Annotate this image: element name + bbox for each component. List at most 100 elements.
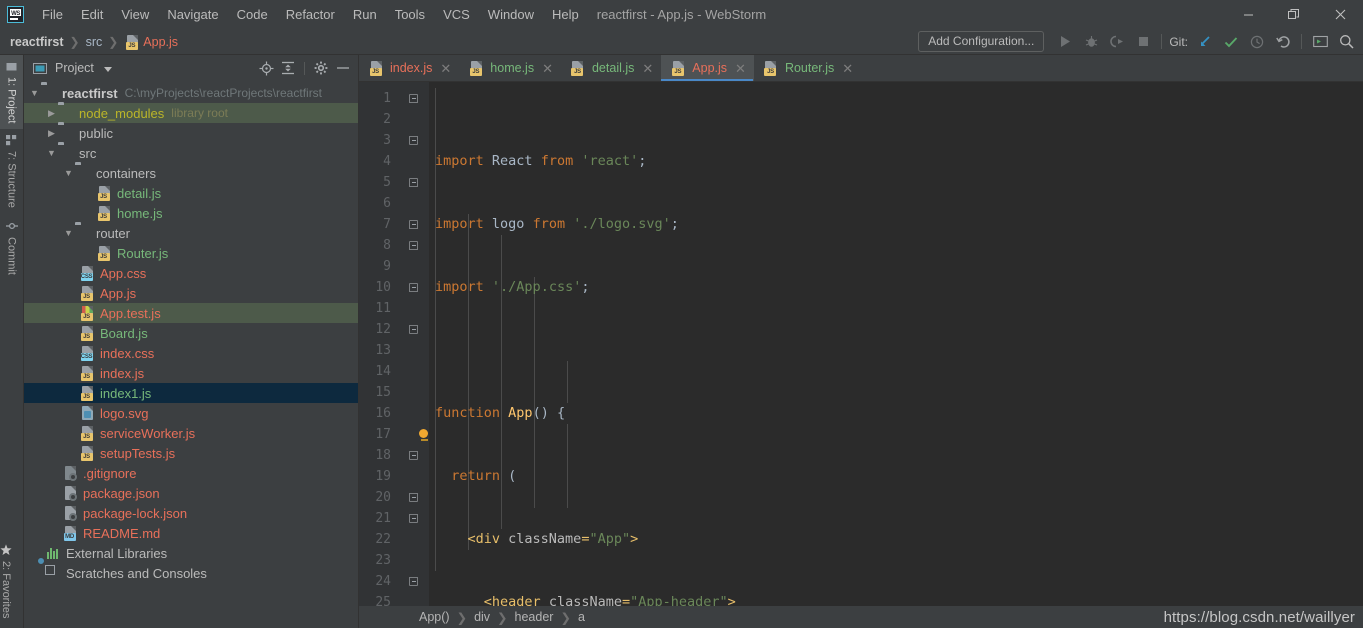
search-everywhere-icon[interactable] bbox=[1334, 31, 1358, 53]
tree-row-readme-md[interactable]: MD README.md bbox=[24, 523, 358, 543]
tree-row-containers[interactable]: ▼ containers bbox=[24, 163, 358, 183]
menu-window-label: Window bbox=[487, 7, 535, 22]
tab-detail-js[interactable]: JS detail.js ✕ bbox=[561, 55, 661, 81]
sidebar-item-favorites[interactable]: 2: Favorites bbox=[0, 538, 12, 624]
commit-icon[interactable] bbox=[1219, 31, 1243, 53]
tree-row-index-js[interactable]: JS index.js bbox=[24, 363, 358, 383]
gear-icon[interactable] bbox=[311, 58, 331, 78]
tree-row-scratches-and-consoles[interactable]: Scratches and Consoles bbox=[24, 557, 358, 583]
js-file-icon: JS bbox=[79, 445, 95, 461]
chevron-down-icon[interactable] bbox=[100, 60, 116, 76]
menu-navigate[interactable]: Navigate bbox=[158, 4, 227, 25]
add-configuration-button[interactable]: Add Configuration... bbox=[918, 31, 1045, 52]
debug-icon[interactable] bbox=[1079, 31, 1103, 53]
sidebar-item-project[interactable]: 1: Project bbox=[0, 55, 23, 130]
run-with-coverage-icon[interactable] bbox=[1105, 31, 1129, 53]
menu-vcs[interactable]: VCS bbox=[434, 4, 479, 25]
tree-row-public[interactable]: ▶ public bbox=[24, 123, 358, 143]
menu-help-label: Help bbox=[552, 7, 579, 22]
tree-row-app-test-js[interactable]: JS App.test.js bbox=[24, 303, 358, 323]
code-content[interactable]: import React from 'react'; import logo f… bbox=[429, 82, 1363, 606]
chevron-right-icon[interactable]: ▶ bbox=[45, 127, 58, 140]
tree-row-index1-js[interactable]: JS index1.js bbox=[24, 383, 358, 403]
hide-icon[interactable] bbox=[333, 58, 353, 78]
close-icon[interactable]: ✕ bbox=[642, 62, 653, 75]
chevron-down-icon[interactable]: ▼ bbox=[28, 87, 41, 100]
css-file-icon: CSS bbox=[79, 345, 95, 361]
tree-row-home-js[interactable]: JS home.js bbox=[24, 203, 358, 223]
tree-row-app-js[interactable]: JS App.js bbox=[24, 283, 358, 303]
restore-icon[interactable] bbox=[1271, 0, 1317, 29]
menu-code[interactable]: Code bbox=[228, 4, 277, 25]
menu-help[interactable]: Help bbox=[543, 4, 588, 25]
tree-row-serviceworker-js[interactable]: JS serviceWorker.js bbox=[24, 423, 358, 443]
tree-row-package-lock-json[interactable]: package-lock.json bbox=[24, 503, 358, 523]
breadcrumb-header[interactable]: header bbox=[515, 610, 554, 624]
breadcrumb-project[interactable]: reactfirst bbox=[10, 35, 64, 49]
tree-row-gitignore[interactable]: .gitignore bbox=[24, 463, 358, 483]
breadcrumb-a[interactable]: a bbox=[578, 610, 585, 624]
breadcrumb-app[interactable]: App() bbox=[419, 610, 450, 624]
close-icon[interactable]: ✕ bbox=[735, 62, 746, 75]
tree-row-router-js[interactable]: JS Router.js bbox=[24, 243, 358, 263]
sidebar-item-structure[interactable]: 7: Structure bbox=[0, 129, 23, 214]
menu-window[interactable]: Window bbox=[479, 4, 543, 25]
tree-row-detail-js[interactable]: JS detail.js bbox=[24, 183, 358, 203]
close-icon[interactable] bbox=[1317, 0, 1363, 29]
history-icon[interactable] bbox=[1245, 31, 1269, 53]
sidebar-item-commit[interactable]: Commit bbox=[0, 214, 23, 281]
menu-file[interactable]: File bbox=[33, 4, 72, 25]
tree-row-node_modules[interactable]: ▶ node_modules library root bbox=[24, 103, 358, 123]
editor-gutter[interactable]: 1 2 3 4 5 6 7 8 9 10 11 12 13 14 15 16 17 18 19 20 21 22 23 24 2… bbox=[359, 82, 429, 610]
run-icon[interactable] bbox=[1053, 31, 1077, 53]
close-icon[interactable]: ✕ bbox=[542, 62, 553, 75]
code-editor[interactable]: 1 2 3 4 5 6 7 8 9 10 11 12 13 14 15 16 17 18 19 20 21 22 23 24 2… bbox=[359, 82, 1363, 610]
js-file-icon: JS bbox=[96, 245, 112, 261]
menu-edit[interactable]: Edit bbox=[72, 4, 112, 25]
menu-refactor[interactable]: Refactor bbox=[277, 4, 344, 25]
breadcrumb-file[interactable]: App.js bbox=[143, 35, 178, 49]
tree-row-logo-svg[interactable]: logo.svg bbox=[24, 403, 358, 423]
breadcrumb-div[interactable]: div bbox=[474, 610, 490, 624]
update-project-icon[interactable] bbox=[1193, 31, 1217, 53]
tab-app-js[interactable]: JS App.js ✕ bbox=[661, 55, 754, 81]
tree-row-board-js[interactable]: JS Board.js bbox=[24, 323, 358, 343]
menu-run[interactable]: Run bbox=[344, 4, 386, 25]
tree-row-setuptests-js[interactable]: JS setupTests.js bbox=[24, 443, 358, 463]
collapse-all-icon[interactable] bbox=[278, 58, 298, 78]
menu-tools-label: Tools bbox=[394, 7, 426, 22]
breadcrumb-folder[interactable]: src bbox=[86, 35, 103, 49]
tree-row-external-libraries[interactable]: External Libraries bbox=[24, 543, 358, 563]
stop-icon[interactable] bbox=[1131, 31, 1155, 53]
tree-row-package-json[interactable]: package.json bbox=[24, 483, 358, 503]
tree-row-src[interactable]: ▼ src bbox=[24, 143, 358, 163]
tree-row-router[interactable]: ▼ router bbox=[24, 223, 358, 243]
minimize-icon[interactable] bbox=[1225, 0, 1271, 29]
chevron-right-icon[interactable]: ▶ bbox=[45, 107, 58, 120]
project-tree[interactable]: ▼ reactfirst C:\myProjects\reactProjects… bbox=[24, 81, 358, 628]
breadcrumb-separator: ❯ bbox=[497, 610, 508, 625]
line-number: 14 bbox=[375, 364, 391, 379]
tree-row-index-css[interactable]: CSS index.css bbox=[24, 343, 358, 363]
menu-tools[interactable]: Tools bbox=[386, 4, 434, 25]
chevron-down-icon[interactable]: ▼ bbox=[62, 167, 75, 180]
chevron-down-icon[interactable]: ▼ bbox=[45, 147, 58, 160]
folder-icon bbox=[75, 225, 91, 241]
tree-label: reactfirst bbox=[62, 85, 118, 101]
tree-label: Scratches and Consoles bbox=[66, 565, 207, 581]
tab-home-js[interactable]: JS home.js ✕ bbox=[459, 55, 561, 81]
locate-file-icon[interactable] bbox=[256, 58, 276, 78]
js-file-icon: JS bbox=[79, 365, 95, 381]
terminal-icon[interactable] bbox=[1308, 31, 1332, 53]
close-icon[interactable]: ✕ bbox=[440, 62, 451, 75]
rollback-icon[interactable] bbox=[1271, 31, 1295, 53]
editor-area: JS index.js ✕ JS home.js ✕ JS detail.js … bbox=[359, 55, 1363, 628]
tab-router-js[interactable]: JS Router.js ✕ bbox=[754, 55, 861, 81]
menu-view[interactable]: View bbox=[112, 4, 158, 25]
tree-row-app-css[interactable]: CSS App.css bbox=[24, 263, 358, 283]
tree-row-reactfirst[interactable]: ▼ reactfirst C:\myProjects\reactProjects… bbox=[24, 83, 358, 103]
chevron-down-icon[interactable]: ▼ bbox=[62, 227, 75, 240]
close-icon[interactable]: ✕ bbox=[842, 62, 853, 75]
tab-index-js[interactable]: JS index.js ✕ bbox=[359, 55, 459, 81]
